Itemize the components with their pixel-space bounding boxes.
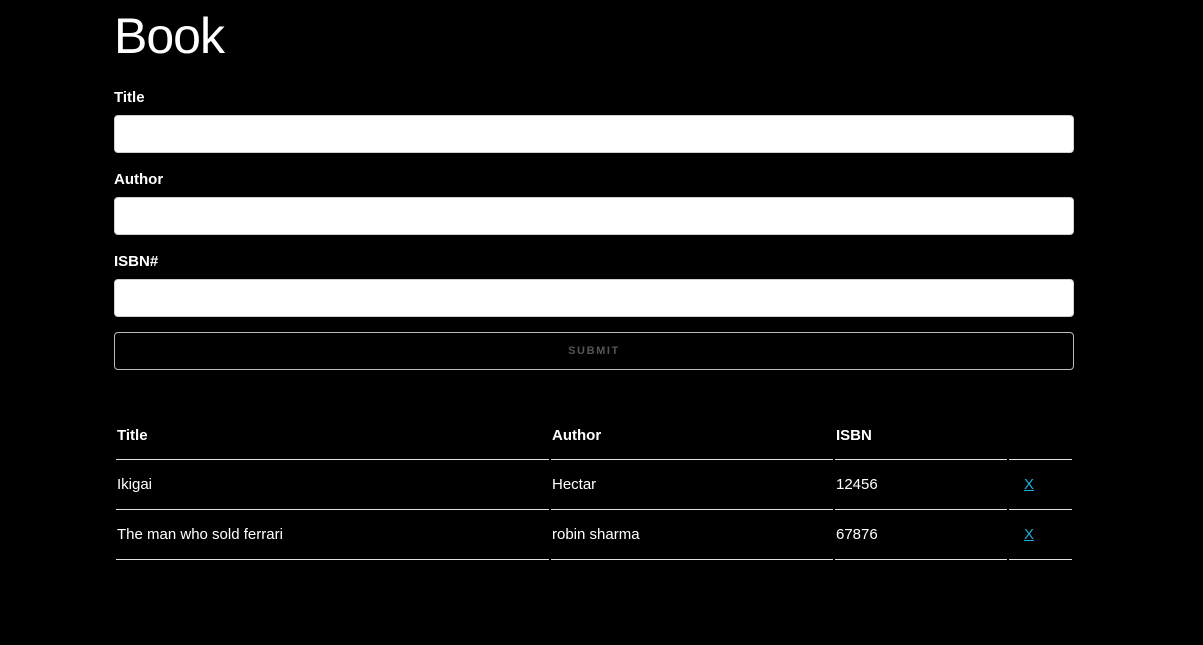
delete-cell: X (1009, 460, 1072, 510)
column-header-author: Author (551, 412, 833, 460)
delete-book-link[interactable]: X (1024, 476, 1034, 493)
author-label: Author (114, 171, 164, 188)
column-header-actions (1009, 412, 1072, 460)
isbn-input[interactable] (114, 279, 1074, 317)
book-list-table: Title Author ISBN Ikigai Hectar 12456 X … (114, 412, 1074, 560)
book-title-cell: Ikigai (116, 460, 549, 510)
page-title: Book (114, 8, 225, 64)
title-label: Title (114, 89, 145, 106)
table-header-row: Title Author ISBN (116, 412, 1072, 460)
title-input[interactable] (114, 115, 1074, 153)
book-isbn-cell: 12456 (835, 460, 1007, 510)
column-header-isbn: ISBN (835, 412, 1007, 460)
isbn-label: ISBN# (114, 253, 159, 270)
table-row: The man who sold ferrari robin sharma 67… (116, 510, 1072, 560)
table-row: Ikigai Hectar 12456 X (116, 460, 1072, 510)
author-input[interactable] (114, 197, 1074, 235)
delete-cell: X (1009, 510, 1072, 560)
column-header-title: Title (116, 412, 549, 460)
delete-book-link[interactable]: X (1024, 526, 1034, 543)
book-title-cell: The man who sold ferrari (116, 510, 549, 560)
book-isbn-cell: 67876 (835, 510, 1007, 560)
book-author-cell: robin sharma (551, 510, 833, 560)
book-author-cell: Hectar (551, 460, 833, 510)
submit-button[interactable]: Submit (114, 332, 1074, 370)
